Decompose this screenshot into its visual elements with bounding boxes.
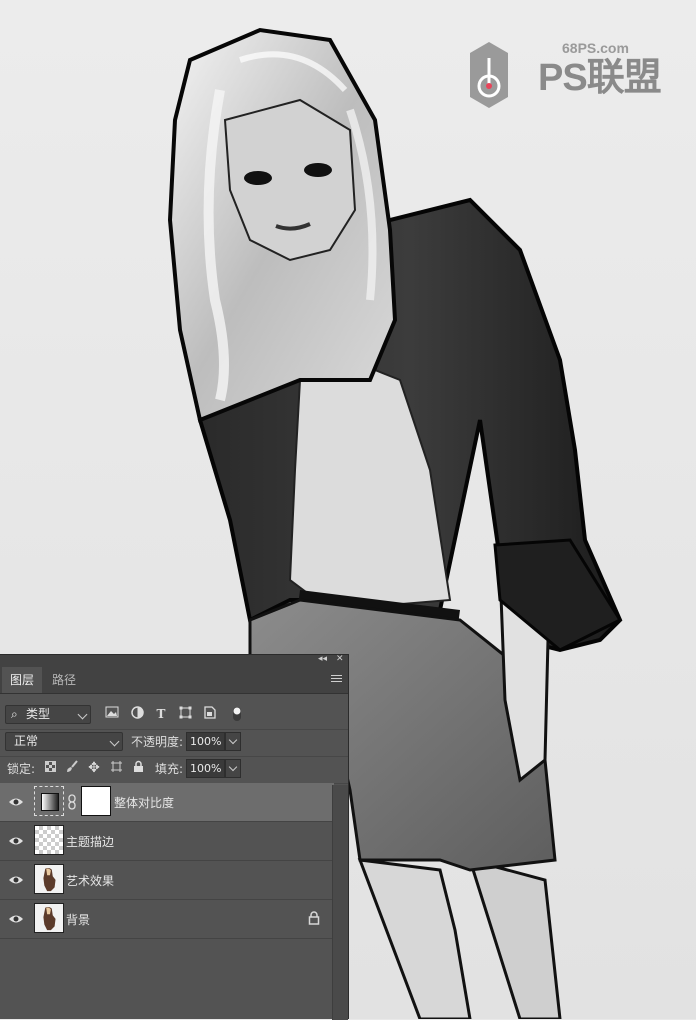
lock-artboard-icon[interactable] [108, 760, 124, 776]
watermark-name: PS联盟 [538, 57, 662, 99]
photo-thumbnail[interactable] [34, 903, 64, 933]
search-icon: ⌕ [11, 707, 18, 721]
tab-paths[interactable]: 路径 [44, 667, 84, 693]
gradient-map-icon [41, 793, 59, 811]
filter-toggle-icon[interactable] [229, 706, 245, 722]
blend-mode-dropdown[interactable]: 正常 [5, 732, 123, 751]
lock-icon[interactable] [308, 911, 320, 925]
layer-row-outline[interactable]: 主题描边 [0, 822, 334, 861]
close-icon[interactable]: ✕ [336, 654, 344, 664]
eye-icon[interactable] [8, 835, 24, 847]
lock-paint-icon[interactable] [64, 760, 80, 776]
watermark-url: 68PS.com [562, 40, 629, 56]
panel-tabs: 图层 路径 [0, 667, 348, 694]
panel-titlebar: ◂◂ ✕ [0, 654, 348, 667]
layer-row-contrast[interactable]: 整体对比度 [0, 783, 334, 822]
chevron-down-icon [77, 709, 88, 720]
lock-all-icon[interactable] [130, 760, 146, 776]
panel-menu-icon[interactable] [331, 673, 342, 685]
shape-filter-icon[interactable] [177, 706, 193, 722]
lock-row: 锁定: ✥ 填充: 100% [0, 755, 348, 784]
fill-label: 填充: [155, 762, 184, 776]
transparent-layer-thumbnail[interactable] [34, 825, 64, 855]
type-filter-icon[interactable]: T [153, 706, 169, 722]
adjustment-filter-icon[interactable] [129, 706, 145, 722]
layer-name: 整体对比度 [114, 796, 175, 810]
blend-mode-value: 正常 [14, 734, 39, 748]
collapse-icon[interactable]: ◂◂ [318, 654, 327, 664]
eye-icon[interactable] [8, 913, 24, 925]
lock-move-icon[interactable]: ✥ [86, 760, 102, 776]
layer-name: 主题描边 [66, 835, 115, 849]
layer-name: 艺术效果 [66, 874, 115, 888]
tab-layers[interactable]: 图层 [2, 667, 43, 693]
layer-name: 背景 [66, 913, 91, 927]
smart-object-filter-icon[interactable] [202, 706, 218, 722]
layer-mask-thumbnail[interactable] [81, 786, 111, 816]
opacity-input[interactable]: 100% [186, 732, 225, 751]
layer-row-background[interactable]: 背景 [0, 900, 334, 939]
filter-kind-label: 类型 [26, 707, 51, 721]
link-icon[interactable] [68, 794, 76, 810]
opacity-slider-button[interactable] [225, 732, 241, 751]
fill-slider-button[interactable] [225, 759, 241, 778]
eye-icon[interactable] [8, 874, 24, 886]
opacity-label: 不透明度: [131, 735, 184, 749]
layers-panel: ◂◂ ✕ 图层 路径 ⌕ 类型 T 正常 不透明度: 100% 锁定: ✥ 填充… [0, 654, 349, 1020]
lock-label: 锁定: [7, 762, 36, 776]
fill-input[interactable]: 100% [186, 759, 225, 778]
layer-row-art-effect[interactable]: 艺术效果 [0, 861, 334, 900]
filter-kind-dropdown[interactable]: ⌕ 类型 [5, 705, 91, 724]
image-filter-icon[interactable] [104, 706, 120, 722]
eye-icon[interactable] [8, 796, 24, 808]
adjustment-thumbnail[interactable] [34, 786, 64, 816]
layers-scrollbar[interactable] [332, 785, 348, 1020]
filter-row: ⌕ 类型 T [0, 701, 348, 730]
blend-row: 正常 不透明度: 100% [0, 728, 348, 757]
photo-thumbnail[interactable] [34, 864, 64, 894]
lock-transparent-icon[interactable] [42, 760, 58, 776]
chevron-down-icon [109, 736, 120, 747]
